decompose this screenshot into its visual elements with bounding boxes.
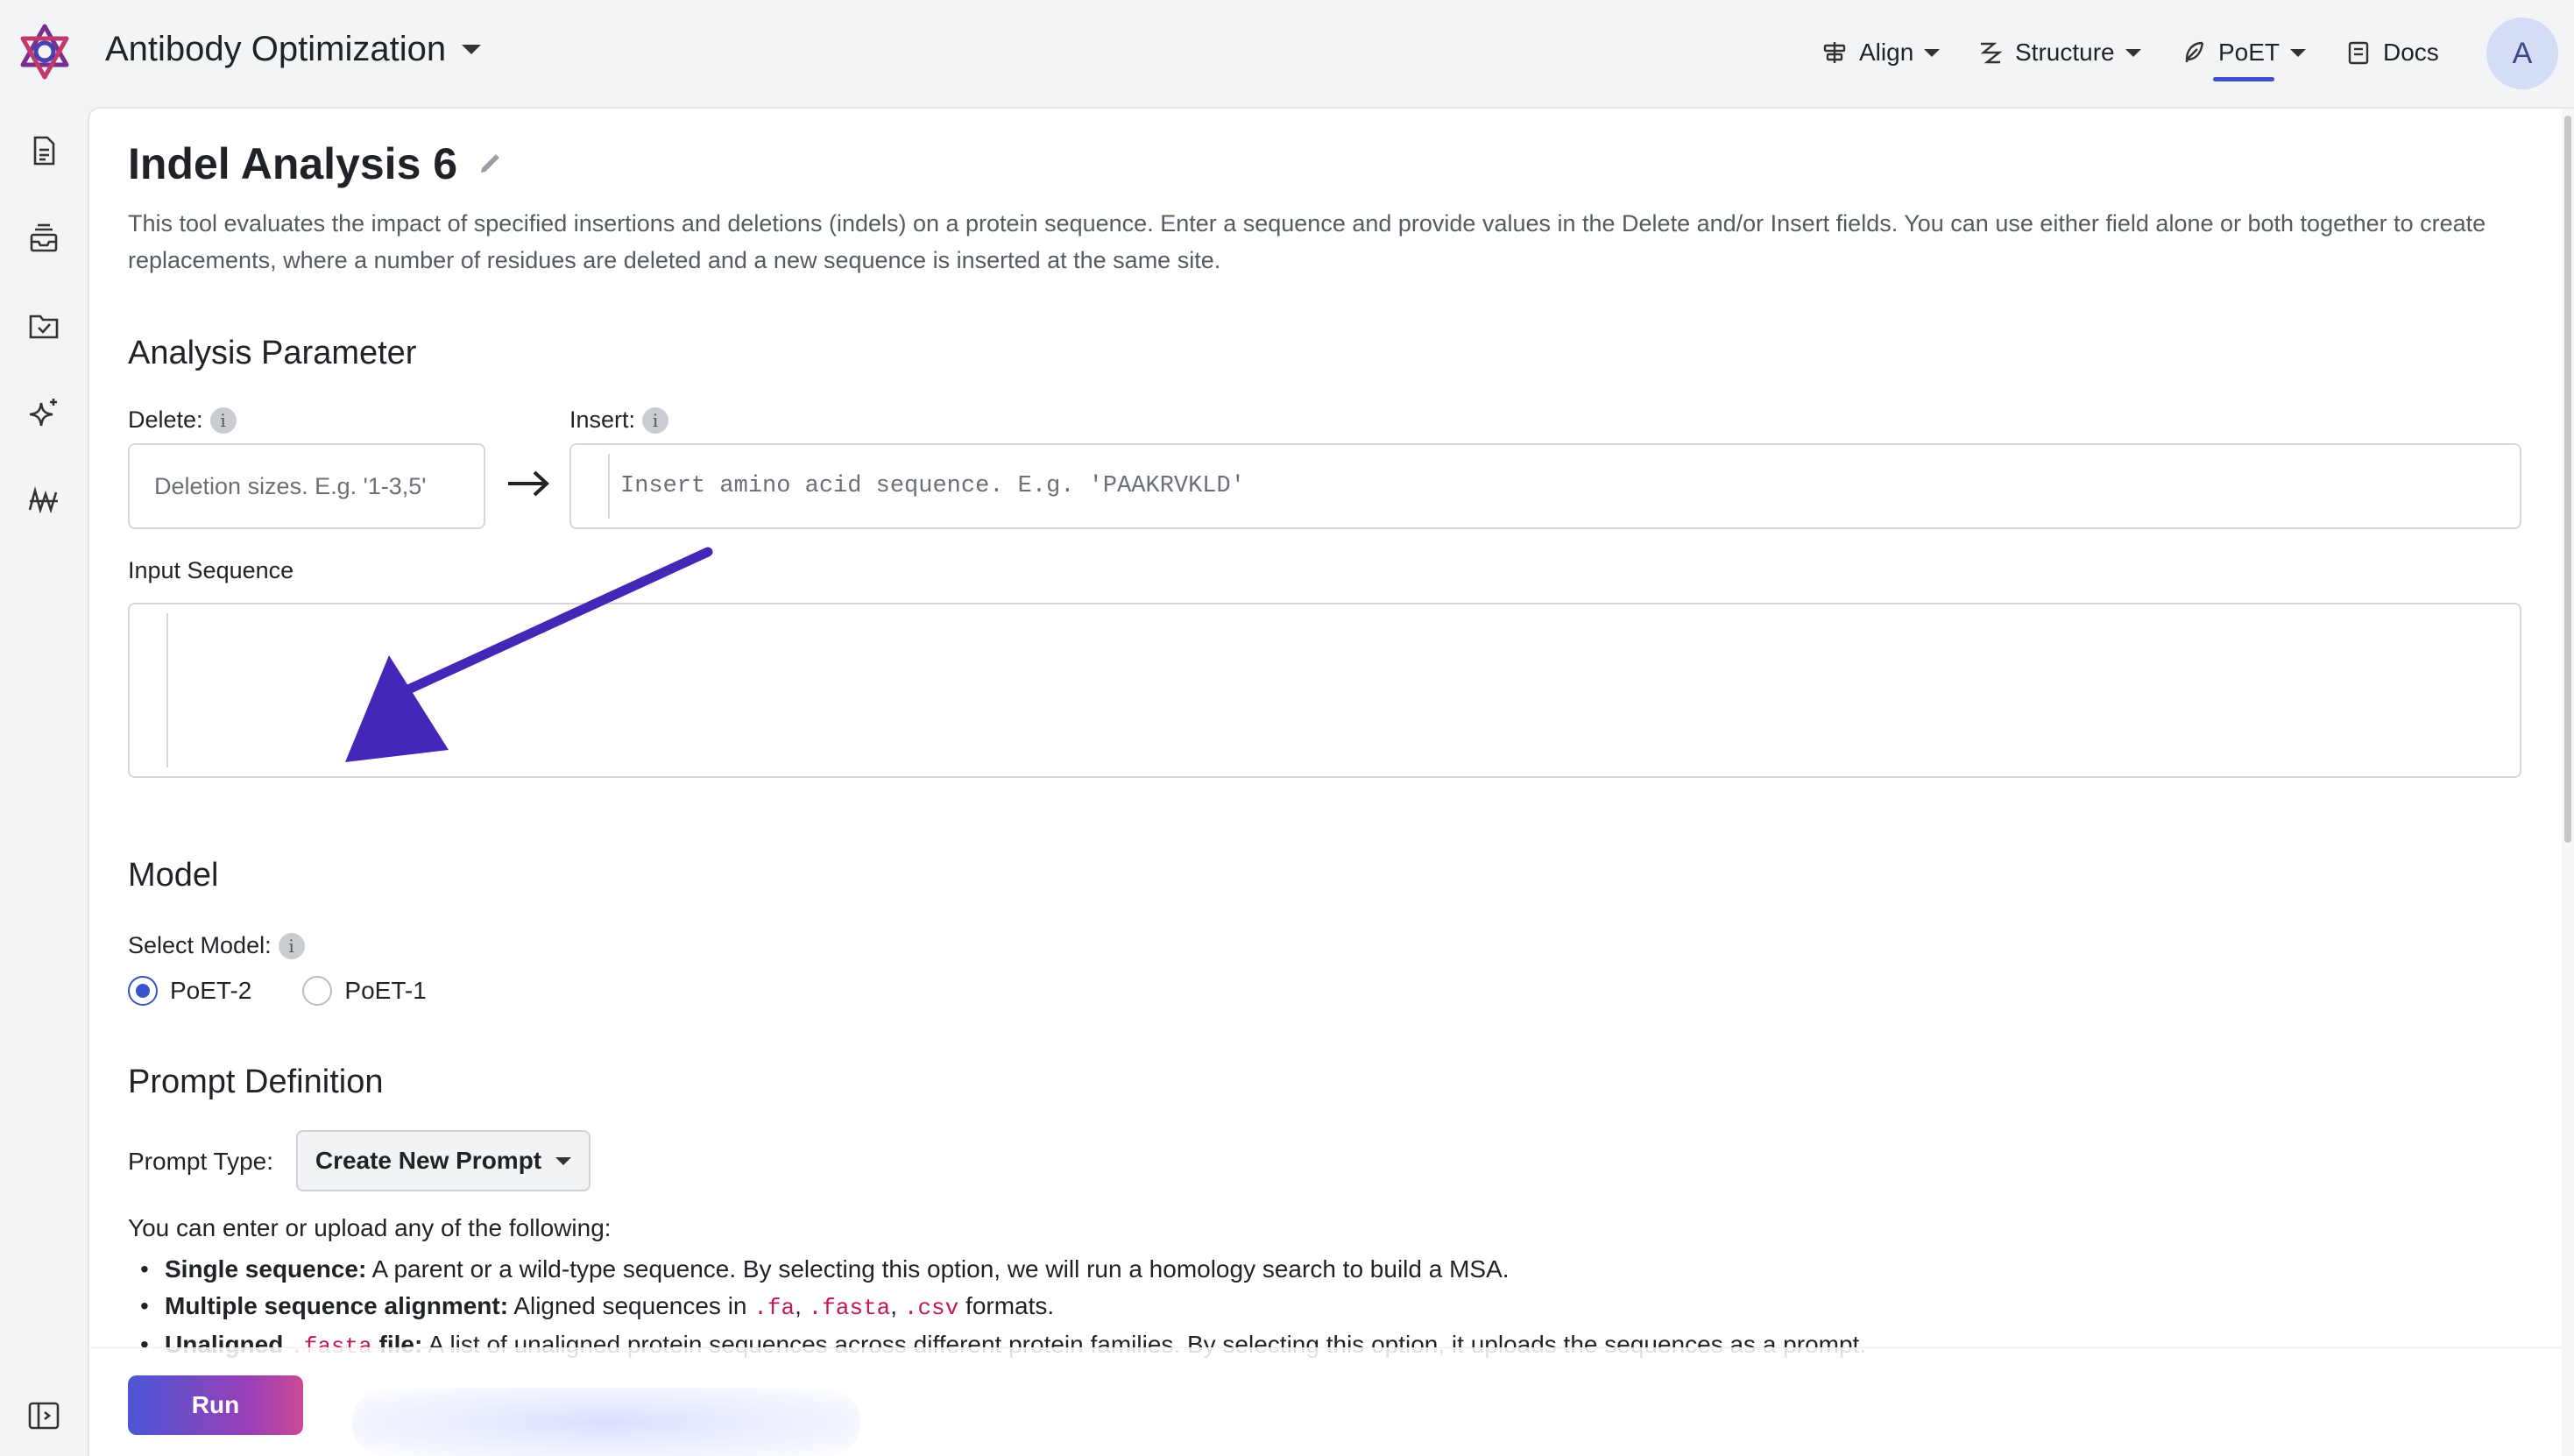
nav-align-label: Align — [1859, 39, 1914, 66]
nav-align[interactable]: Align — [1821, 35, 1941, 70]
format-code: .csv — [903, 1295, 959, 1321]
run-button[interactable]: Run — [128, 1375, 303, 1435]
radio-poet-1[interactable] — [302, 976, 333, 1006]
list-item-title: Multiple sequence alignment: — [165, 1292, 509, 1319]
delete-label: Delete: — [128, 406, 203, 433]
project-title: Antibody Optimization — [105, 30, 447, 68]
nav-structure[interactable]: Structure — [1976, 35, 2141, 70]
nav-docs-label: Docs — [2383, 39, 2439, 66]
folder-check-icon[interactable] — [26, 308, 61, 343]
insert-input[interactable] — [571, 445, 2520, 527]
decorative-glow — [352, 1388, 860, 1456]
model-radio-group: PoET-2 PoET-1 — [128, 976, 427, 1006]
analysis-section-title: Analysis Parameter — [128, 335, 417, 371]
scrollbar[interactable] — [2562, 109, 2574, 1456]
nav-poet-label: PoET — [2218, 39, 2281, 66]
prompt-type-dropdown[interactable]: Create New Prompt — [296, 1130, 590, 1191]
main-panel: Indel Analysis 6 This tool evaluates the… — [88, 107, 2574, 1456]
project-selector[interactable]: Antibody Optimization — [105, 30, 482, 69]
format-code: .fasta — [808, 1295, 891, 1321]
list-item: Single sequence: A parent or a wild-type… — [128, 1251, 1866, 1288]
sparkle-icon[interactable] — [26, 396, 61, 431]
editor-gutter — [166, 613, 168, 767]
format-code: .fa — [753, 1295, 796, 1321]
list-item-title: Single sequence: — [165, 1255, 367, 1283]
model-section-title: Model — [128, 857, 219, 894]
user-avatar[interactable]: A — [2486, 18, 2558, 89]
app-logo-icon[interactable] — [16, 23, 74, 81]
info-icon[interactable]: i — [278, 932, 305, 959]
insert-label-row: Insert: i — [569, 406, 669, 434]
structure-icon — [1980, 42, 2003, 64]
insert-field[interactable] — [569, 443, 2521, 529]
document-icon[interactable] — [26, 133, 61, 168]
prompt-intro: You can enter or upload any of the follo… — [128, 1214, 612, 1241]
nav-docs[interactable]: Docs — [2344, 35, 2439, 70]
input-sequence-label: Input Sequence — [128, 557, 294, 583]
book-icon — [2348, 41, 2369, 65]
prompt-type-label: Prompt Type: — [128, 1148, 274, 1175]
align-icon — [1823, 42, 1846, 63]
sidebar — [0, 107, 88, 1456]
radio-poet-1-label[interactable]: PoET-1 — [344, 977, 426, 1005]
insert-label: Insert: — [569, 406, 636, 433]
list-item-text: Aligned sequences in — [508, 1292, 754, 1319]
info-icon[interactable]: i — [209, 406, 237, 434]
editor-gutter — [608, 454, 610, 519]
active-tab-indicator — [2213, 77, 2274, 81]
prompt-type-value: Create New Prompt — [315, 1147, 542, 1174]
delete-field[interactable] — [128, 443, 485, 529]
info-icon[interactable]: i — [642, 406, 669, 434]
select-model-label: Select Model: — [128, 932, 272, 958]
expand-panel-icon[interactable] — [26, 1398, 61, 1433]
arrow-right-icon — [508, 470, 549, 497]
list-item: Multiple sequence alignment: Aligned seq… — [128, 1288, 1866, 1326]
select-model-row: Select Model: i — [128, 932, 305, 959]
inbox-stack-icon[interactable] — [26, 221, 61, 256]
page-title: Indel Analysis 6 — [128, 139, 458, 188]
radio-poet-2[interactable] — [128, 976, 158, 1006]
chevron-down-icon — [462, 45, 482, 54]
page-title-row: Indel Analysis 6 — [128, 138, 506, 189]
scrollbar-thumb[interactable] — [2564, 116, 2571, 843]
delete-label-row: Delete: i — [128, 406, 237, 434]
chevron-down-icon — [555, 1156, 572, 1165]
delete-input[interactable] — [130, 445, 484, 527]
top-bar: Antibody Optimization Align Structure Po… — [0, 0, 2574, 107]
radio-poet-2-label[interactable]: PoET-2 — [170, 977, 251, 1005]
nav-structure-label: Structure — [2015, 39, 2115, 66]
feather-icon — [2185, 41, 2204, 62]
prompt-section-title: Prompt Definition — [128, 1064, 384, 1100]
list-item-text: A parent or a wild-type sequence. By sel… — [366, 1255, 1510, 1283]
chevron-down-icon — [2290, 48, 2307, 57]
annotation-arrow-icon — [345, 547, 713, 762]
chevron-down-icon — [2125, 48, 2141, 57]
nav-poet[interactable]: PoET — [2180, 35, 2307, 70]
edit-title-icon[interactable] — [475, 138, 506, 189]
waveform-icon[interactable] — [26, 484, 61, 519]
chevron-down-icon — [1924, 48, 1941, 57]
page-description: This tool evaluates the impact of specif… — [128, 210, 2486, 273]
list-item-suffix: formats. — [958, 1292, 1055, 1319]
